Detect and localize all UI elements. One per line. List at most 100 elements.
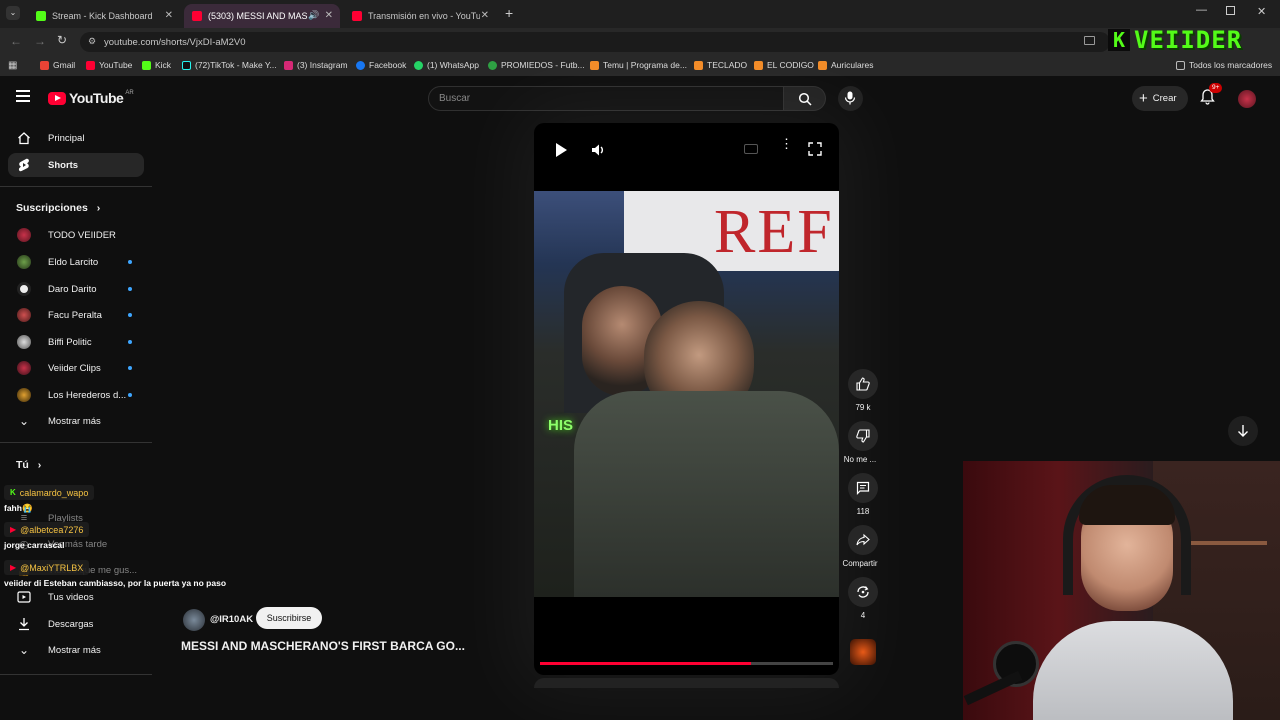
facebook-icon <box>356 60 365 70</box>
you-header[interactable]: Tú › <box>16 459 41 471</box>
speaker-icon[interactable]: 🔊 <box>308 10 319 21</box>
bookmark-whatsapp[interactable]: (1) WhatsApp <box>414 60 479 70</box>
minimize-button[interactable]: — <box>1196 4 1207 16</box>
tab-youtube-live[interactable]: Transmisión en vivo - YouTube ✕ <box>344 4 496 28</box>
volume-button[interactable] <box>590 142 606 163</box>
more-options-button[interactable]: ⋮ <box>780 137 793 150</box>
notifications-button[interactable]: 9+ <box>1200 83 1223 107</box>
search-input[interactable]: Buscar <box>428 86 784 111</box>
bookmark-facebook[interactable]: Facebook <box>356 60 406 70</box>
menu-icon[interactable] <box>16 90 30 102</box>
kick-icon <box>36 11 46 21</box>
show-more-subscriptions[interactable]: ⌄ Mostrar más <box>8 409 144 433</box>
bookmark-el-codigo[interactable]: EL CODIGO <box>754 60 814 70</box>
back-icon[interactable]: ← <box>10 34 22 48</box>
sidebar-sub-daro-darito[interactable]: Daro Darito <box>8 277 144 301</box>
youtube-logo[interactable]: YouTube AR <box>48 90 134 106</box>
dislike-button[interactable]: No me ... <box>844 421 878 464</box>
tab-messi-short[interactable]: (5303) MESSI AND MASCHE 🔊 ✕ <box>184 4 340 28</box>
channel-avatar <box>17 335 31 349</box>
comments-button[interactable]: 118 <box>848 473 878 516</box>
sidebar-sub-los-herederos[interactable]: Los Herederos d... <box>8 383 144 407</box>
maximize-button[interactable] <box>1226 6 1235 15</box>
share-button[interactable]: Compartir <box>842 525 878 568</box>
sidebar-item-downloads[interactable]: Descargas <box>8 612 144 636</box>
captions-button[interactable] <box>744 144 758 154</box>
youtube-badge-icon: ▶ <box>10 525 17 534</box>
channel-handle[interactable]: @IR10AK <box>210 614 253 625</box>
bookmark-auriculares[interactable]: Auriculares <box>818 60 874 70</box>
sidebar-item-shorts[interactable]: Shorts <box>8 153 144 177</box>
close-tab-icon[interactable]: ✕ <box>165 10 173 21</box>
forward-icon[interactable]: → <box>34 34 46 48</box>
gmail-icon <box>40 60 49 70</box>
address-bar[interactable]: ⚙ youtube.com/shorts/VjxDI-aM2V0 <box>80 32 1110 52</box>
sidebar-sub-veiider-clips[interactable]: Veiider Clips <box>8 356 144 380</box>
new-content-dot <box>128 260 132 264</box>
sidebar-divider <box>0 186 152 187</box>
bookmark-promiedos[interactable]: PROMIEDOS - Futb... <box>488 60 585 70</box>
progress-track[interactable] <box>540 662 833 665</box>
reload-icon[interactable]: ↻ <box>57 33 67 47</box>
bookmark-tiktok[interactable]: (72)TikTok - Make Y... <box>182 60 277 70</box>
new-tab-button[interactable]: + <box>505 5 513 21</box>
show-more-you[interactable]: ⌄ Mostrar más <box>8 638 144 662</box>
channel-name: Los Herederos d... <box>48 389 127 401</box>
subscribe-button[interactable]: Suscribirse <box>256 607 322 629</box>
tab-label: (5303) MESSI AND MASCHE <box>208 11 308 21</box>
fullscreen-button[interactable] <box>808 142 822 161</box>
sidebar-item-your-videos[interactable]: Tus videos <box>8 585 144 609</box>
tab-kick-dashboard[interactable]: Stream - Kick Dashboard ✕ <box>28 4 180 28</box>
video-frame: REF HIS <box>534 191 839 597</box>
bookmark-gmail[interactable]: Gmail <box>40 60 75 70</box>
bookmark-instagram[interactable]: (3) Instagram <box>284 60 348 70</box>
bookmark-temu[interactable]: Temu | Programa de... <box>590 60 687 70</box>
close-tab-icon[interactable]: ✕ <box>325 10 333 21</box>
sound-thumbnail[interactable] <box>850 639 876 665</box>
like-button[interactable]: 79 k <box>848 369 878 412</box>
bookmark-youtube[interactable]: YouTube <box>86 60 132 70</box>
channel-avatar[interactable] <box>183 609 205 631</box>
short-title[interactable]: MESSI AND MASCHERANO'S FIRST BARCA GO... <box>181 639 465 653</box>
channel-avatar <box>17 282 31 296</box>
voice-search-button[interactable] <box>838 86 863 111</box>
next-short-button[interactable] <box>1228 416 1258 446</box>
bookmark-teclado[interactable]: TECLADO <box>694 60 747 70</box>
subscriptions-header[interactable]: Suscripciones › <box>16 202 100 214</box>
tab-search-icon[interactable]: ⌄ <box>6 6 20 20</box>
play-button[interactable] <box>556 143 570 157</box>
close-tab-icon[interactable]: ✕ <box>481 10 489 21</box>
folder-icon <box>818 60 827 70</box>
all-bookmarks[interactable]: Todos los marcadores <box>1176 60 1272 70</box>
sidebar-sub-facu-peralta[interactable]: Facu Peralta <box>8 303 144 327</box>
site-info-icon[interactable]: ⚙ <box>88 36 96 47</box>
create-button[interactable]: + Crear <box>1132 86 1188 111</box>
chevron-down-icon: ⌄ <box>18 414 30 428</box>
comment-icon <box>856 481 870 495</box>
remix-button[interactable]: 4 <box>848 577 878 620</box>
close-window-button[interactable]: ✕ <box>1257 5 1266 18</box>
fullscreen-icon <box>808 142 822 156</box>
chat-username: K calamardo_wapo <box>4 485 95 500</box>
apps-icon[interactable]: ▦ <box>8 60 17 71</box>
search-button[interactable] <box>784 86 826 111</box>
channel-avatar <box>17 388 31 402</box>
cast-icon[interactable] <box>1084 36 1095 45</box>
youtube-icon <box>86 60 95 70</box>
remix-icon <box>857 586 869 598</box>
short-player[interactable]: REF HIS ⋮ <box>534 123 839 675</box>
bookmark-label: EL CODIGO <box>767 60 814 70</box>
folder-icon <box>754 60 763 70</box>
account-avatar[interactable] <box>1238 90 1256 108</box>
sidebar-sub-todo-veiider[interactable]: TODO VEIIDER <box>8 223 144 247</box>
channel-name: Facu Peralta <box>48 309 102 321</box>
chevron-down-icon: ⌄ <box>18 643 30 657</box>
kick-icon <box>142 60 151 70</box>
sidebar-sub-biffi-politic[interactable]: Biffi Politic <box>8 330 144 354</box>
sidebar-item-principal[interactable]: Principal <box>8 126 144 150</box>
create-label: Crear <box>1152 93 1177 104</box>
bookmark-kick[interactable]: Kick <box>142 60 171 70</box>
play-icon <box>556 143 570 157</box>
sidebar-sub-eldo-larcito[interactable]: Eldo Larcito <box>8 250 144 274</box>
bookmark-label: YouTube <box>99 60 133 70</box>
